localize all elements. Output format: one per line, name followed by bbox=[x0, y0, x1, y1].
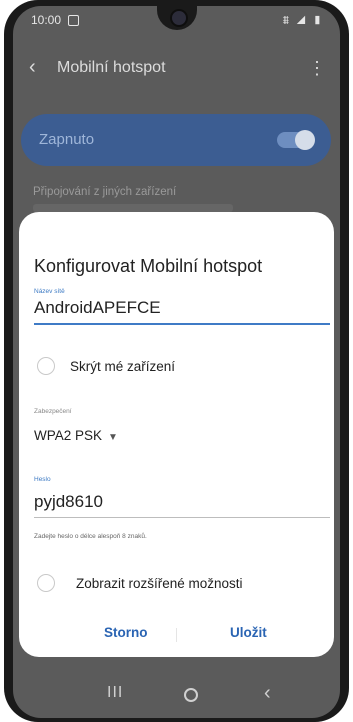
system-status-icons: ⩩ ◢ ▮ bbox=[282, 13, 324, 27]
toggle-label: Zapnuto bbox=[39, 131, 95, 148]
button-divider bbox=[176, 628, 177, 642]
hotspot-switch[interactable] bbox=[277, 130, 315, 150]
status-time: 10:00 bbox=[31, 13, 62, 27]
hide-device-checkbox[interactable] bbox=[37, 357, 55, 375]
connect-section-label: Připojování z jiných zařízení bbox=[33, 186, 177, 198]
password-input[interactable]: pyjd8610 bbox=[34, 492, 103, 512]
screen: 10:00 ⩩ ◢ ▮ ‹ Mobilní hotspot ⋮ Zapnuto … bbox=[13, 6, 340, 718]
dropdown-arrow-icon: ▼ bbox=[108, 432, 118, 443]
network-name-input[interactable]: AndroidAPEFCE bbox=[34, 298, 161, 318]
cancel-button[interactable]: Storno bbox=[104, 625, 148, 640]
status-bar: 10:00 ⩩ ◢ ▮ bbox=[13, 6, 340, 34]
section-text-placeholder bbox=[33, 204, 233, 212]
configure-hotspot-dialog: Konfigurovat Mobilní hotspot Název sítě … bbox=[19, 212, 334, 657]
password-hint: Zadejte heslo o délce alespoň 8 znaků. bbox=[34, 533, 147, 540]
password-underline bbox=[34, 517, 330, 518]
save-button[interactable]: Uložit bbox=[230, 625, 267, 640]
network-name-label: Název sítě bbox=[34, 288, 65, 295]
security-dropdown[interactable]: WPA2 PSK ▼ bbox=[34, 428, 118, 443]
hide-device-label[interactable]: Skrýt mé zařízení bbox=[70, 359, 175, 374]
hotspot-toggle-card[interactable]: Zapnuto bbox=[21, 114, 331, 166]
notification-icon bbox=[68, 15, 79, 26]
camera-cutout bbox=[157, 6, 197, 30]
navigation-bar: III ‹ bbox=[13, 674, 340, 718]
switch-knob bbox=[295, 130, 315, 150]
security-label: Zabezpečení bbox=[34, 408, 72, 415]
back-nav-icon[interactable]: ‹ bbox=[264, 682, 271, 705]
app-bar: ‹ Mobilní hotspot ⋮ bbox=[13, 46, 340, 86]
password-label: Heslo bbox=[34, 476, 51, 483]
dialog-title: Konfigurovat Mobilní hotspot bbox=[34, 256, 263, 276]
network-name-underline bbox=[34, 323, 330, 325]
more-options-icon[interactable]: ⋮ bbox=[308, 58, 326, 79]
advanced-options-checkbox[interactable] bbox=[37, 574, 55, 592]
page-title: Mobilní hotspot bbox=[57, 59, 166, 76]
security-value: WPA2 PSK bbox=[34, 428, 103, 443]
phone-frame: 10:00 ⩩ ◢ ▮ ‹ Mobilní hotspot ⋮ Zapnuto … bbox=[4, 0, 349, 722]
advanced-options-label[interactable]: Zobrazit rozšířené možnosti bbox=[76, 576, 243, 591]
back-icon[interactable]: ‹ bbox=[29, 56, 36, 79]
recent-apps-icon[interactable]: III bbox=[107, 684, 123, 702]
home-icon[interactable] bbox=[184, 688, 198, 702]
